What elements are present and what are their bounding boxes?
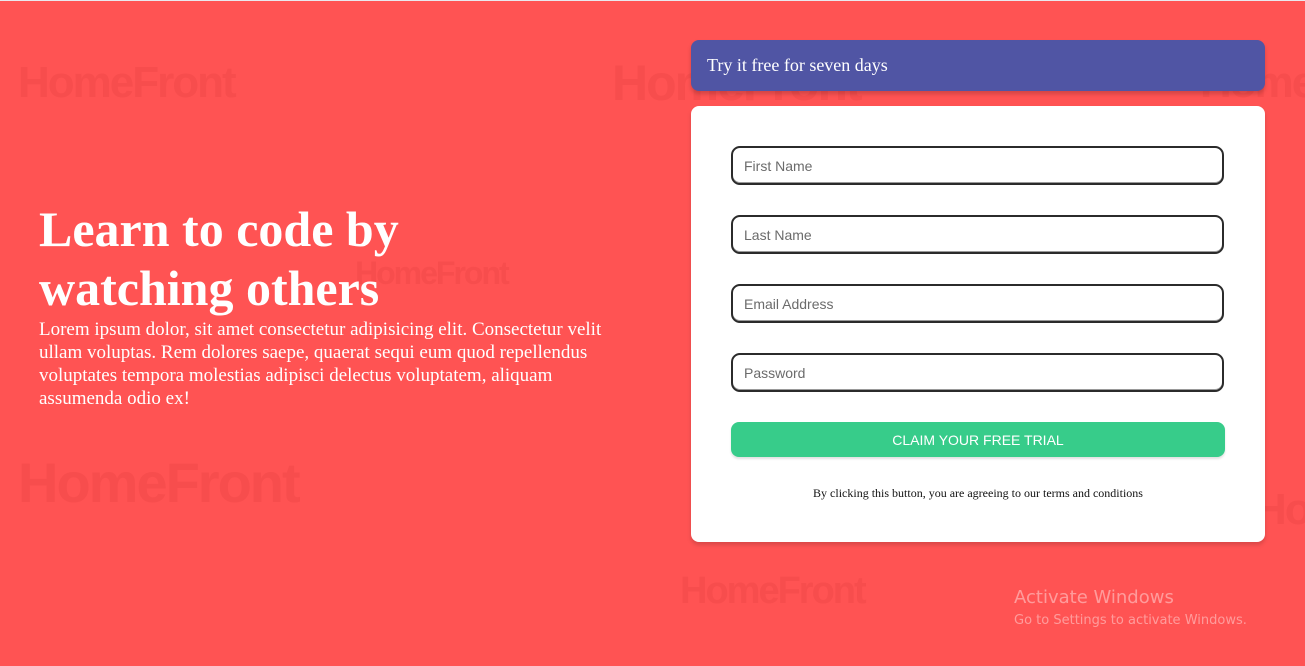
hero-description: Lorem ipsum dolor, sit amet consectetur … [39, 319, 602, 409]
activate-windows-overlay: Activate Windows Go to Settings to activ… [1014, 586, 1247, 632]
activate-windows-subtitle: Go to Settings to activate Windows. [1014, 613, 1247, 628]
hero-heading-line2: watching others [39, 260, 380, 316]
activate-windows-title: Activate Windows [1014, 587, 1174, 608]
free-trial-banner: Try it free for seven days [691, 40, 1265, 91]
terms-notice: By clicking this button, you are agreein… [813, 486, 1143, 500]
hero-heading-line1: Learn to code by [39, 201, 399, 257]
watermark-logo: HomeFront [680, 570, 867, 612]
hero-heading: Learn to code by watching others [39, 200, 619, 318]
top-border [0, 0, 1305, 1]
first-name-input[interactable] [731, 146, 1224, 185]
watermark-logo: HomeFront [18, 58, 237, 107]
watermark-logo: HomeFront [18, 451, 301, 514]
password-input[interactable] [731, 353, 1224, 392]
hero-section: Learn to code by watching others Lorem i… [39, 200, 619, 410]
email-input[interactable] [731, 284, 1224, 323]
last-name-input[interactable] [731, 215, 1224, 254]
free-trial-banner-text: Try it free for seven days [707, 55, 888, 75]
claim-free-trial-button[interactable]: CLAIM YOUR FREE TRIAL [731, 422, 1225, 457]
signup-form: CLAIM YOUR FREE TRIAL By clicking this b… [691, 106, 1265, 542]
